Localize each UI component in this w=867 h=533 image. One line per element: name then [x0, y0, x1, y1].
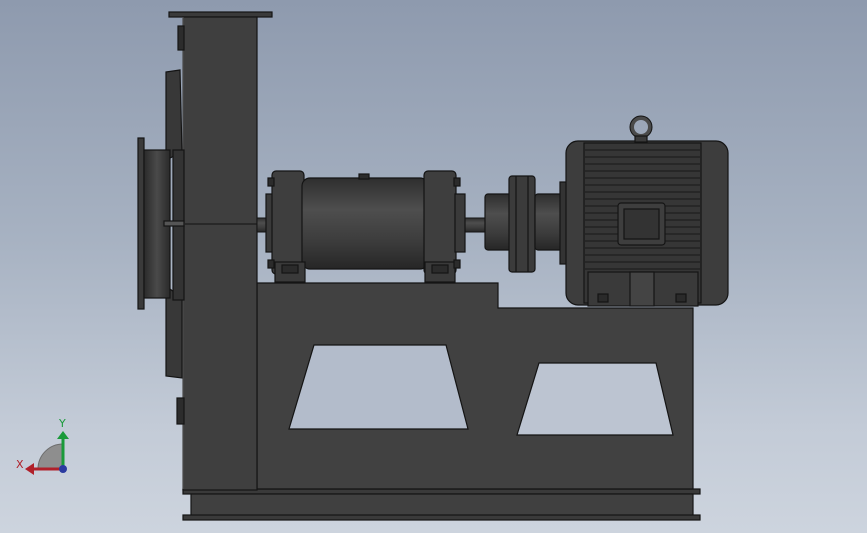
z-axis-dot: [59, 465, 67, 473]
cad-viewport[interactable]: X Y: [0, 0, 867, 533]
y-axis-arrowhead: [57, 431, 69, 439]
y-axis-label: Y: [58, 417, 66, 430]
orientation-triad[interactable]: X Y: [0, 0, 867, 533]
triad-quarter-disc: [37, 443, 64, 470]
x-axis-arrowhead: [25, 463, 34, 475]
x-axis-label: X: [16, 458, 24, 471]
